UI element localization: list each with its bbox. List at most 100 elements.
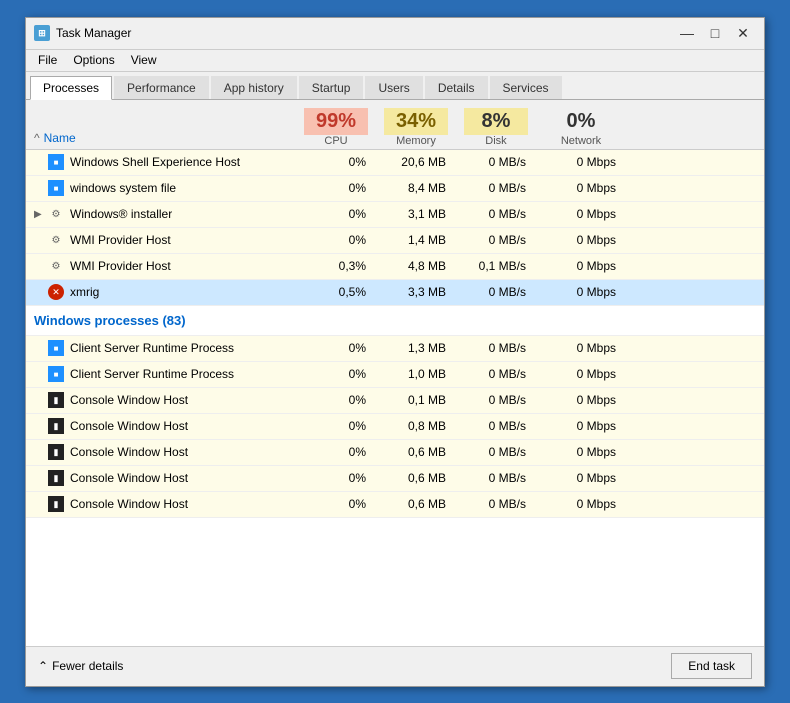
proc-disk: 0 MB/s — [456, 207, 536, 221]
proc-mem: 4,8 MB — [376, 259, 456, 273]
sort-arrow: ^ — [34, 131, 40, 145]
proc-cpu: 0,3% — [296, 259, 376, 273]
proc-net: 0 Mbps — [536, 471, 626, 485]
proc-name: Console Window Host — [70, 419, 188, 433]
proc-name: Console Window Host — [70, 471, 188, 485]
proc-disk: 0 MB/s — [456, 155, 536, 169]
table-row[interactable]: ▮ Console Window Host 0% 0,8 MB 0 MB/s 0… — [26, 414, 764, 440]
proc-disk: 0 MB/s — [456, 367, 536, 381]
proc-cpu: 0% — [296, 155, 376, 169]
col-header-memory[interactable]: 34% Memory — [376, 106, 456, 149]
column-headers: ^ Name 99% CPU 34% Memory 8% Disk 0% Net… — [26, 100, 764, 150]
disk-percent: 8% — [464, 108, 528, 135]
title-bar: ⊞ Task Manager — □ ✕ — [26, 18, 764, 50]
fewer-details-button[interactable]: ⌃ Fewer details — [38, 659, 123, 673]
menu-file[interactable]: File — [30, 51, 65, 69]
proc-disk: 0 MB/s — [456, 445, 536, 459]
proc-cpu: 0% — [296, 471, 376, 485]
proc-disk: 0 MB/s — [456, 233, 536, 247]
proc-name-cell: ▮ Console Window Host — [26, 470, 296, 486]
tab-details[interactable]: Details — [425, 76, 488, 99]
proc-net: 0 Mbps — [536, 233, 626, 247]
proc-mem: 0,8 MB — [376, 419, 456, 433]
content-area: ^ Name 99% CPU 34% Memory 8% Disk 0% Net… — [26, 100, 764, 646]
col-header-name[interactable]: ^ Name — [26, 127, 296, 149]
process-icon: ⚙ — [48, 206, 64, 222]
tab-processes[interactable]: Processes — [30, 76, 112, 100]
proc-mem: 1,3 MB — [376, 341, 456, 355]
minimize-button[interactable]: — — [674, 23, 700, 43]
proc-name: WMI Provider Host — [70, 233, 171, 247]
proc-name-cell: ⚙ WMI Provider Host — [26, 232, 296, 248]
tab-startup[interactable]: Startup — [299, 76, 364, 99]
table-row[interactable]: ■ Client Server Runtime Process 0% 1,0 M… — [26, 362, 764, 388]
proc-disk: 0 MB/s — [456, 497, 536, 511]
proc-name: WMI Provider Host — [70, 259, 171, 273]
net-label: Network — [544, 135, 618, 147]
close-button[interactable]: ✕ — [730, 23, 756, 43]
proc-name-cell: ▶ ⚙ Windows® installer — [26, 206, 296, 222]
proc-cpu: 0% — [296, 393, 376, 407]
proc-cpu: 0% — [296, 419, 376, 433]
menu-options[interactable]: Options — [65, 51, 122, 69]
table-row[interactable]: ▮ Console Window Host 0% 0,6 MB 0 MB/s 0… — [26, 440, 764, 466]
proc-name-cell: ▮ Console Window Host — [26, 392, 296, 408]
proc-name-cell: ⚙ WMI Provider Host — [26, 258, 296, 274]
tab-performance[interactable]: Performance — [114, 76, 209, 99]
app-icon: ⊞ — [34, 25, 50, 41]
proc-mem: 0,6 MB — [376, 497, 456, 511]
process-icon: ■ — [48, 340, 64, 356]
process-icon: ⚙ — [48, 258, 64, 274]
process-icon: ■ — [48, 154, 64, 170]
col-header-network[interactable]: 0% Network — [536, 106, 626, 149]
maximize-button[interactable]: □ — [702, 23, 728, 43]
proc-disk: 0 MB/s — [456, 419, 536, 433]
process-icon: ▮ — [48, 496, 64, 512]
table-row[interactable]: ▮ Console Window Host 0% 0,6 MB 0 MB/s 0… — [26, 466, 764, 492]
disk-label: Disk — [464, 135, 528, 147]
proc-net: 0 Mbps — [536, 285, 626, 299]
expand-icon[interactable]: ▶ — [34, 209, 48, 220]
table-row[interactable]: ■ Client Server Runtime Process 0% 1,3 M… — [26, 336, 764, 362]
menu-view[interactable]: View — [123, 51, 165, 69]
tab-bar: Processes Performance App history Startu… — [26, 72, 764, 100]
window-title: Task Manager — [56, 26, 674, 40]
table-row[interactable]: ✕ xmrig 0,5% 3,3 MB 0 MB/s 0 Mbps — [26, 280, 764, 306]
proc-mem: 20,6 MB — [376, 155, 456, 169]
proc-name: Windows Shell Experience Host — [70, 155, 240, 169]
table-row[interactable]: ▮ Console Window Host 0% 0,6 MB 0 MB/s 0… — [26, 492, 764, 518]
proc-net: 0 Mbps — [536, 181, 626, 195]
end-task-button[interactable]: End task — [671, 653, 752, 679]
tab-services[interactable]: Services — [490, 76, 562, 99]
table-row[interactable]: ▮ Console Window Host 0% 0,1 MB 0 MB/s 0… — [26, 388, 764, 414]
cpu-label: CPU — [304, 135, 368, 147]
tab-users[interactable]: Users — [365, 76, 422, 99]
proc-mem: 0,6 MB — [376, 445, 456, 459]
table-row[interactable]: ■ windows system file 0% 8,4 MB 0 MB/s 0… — [26, 176, 764, 202]
table-row[interactable]: ▶ ⚙ Windows® installer 0% 3,1 MB 0 MB/s … — [26, 202, 764, 228]
proc-disk: 0 MB/s — [456, 393, 536, 407]
fewer-details-icon: ⌃ — [38, 659, 48, 673]
proc-name: Console Window Host — [70, 445, 188, 459]
process-icon: ▮ — [48, 418, 64, 434]
proc-name-cell: ▮ Console Window Host — [26, 444, 296, 460]
proc-disk: 0 MB/s — [456, 341, 536, 355]
proc-mem: 3,3 MB — [376, 285, 456, 299]
proc-cpu: 0,5% — [296, 285, 376, 299]
proc-name: Windows® installer — [70, 207, 172, 221]
table-row[interactable]: ⚙ WMI Provider Host 0% 1,4 MB 0 MB/s 0 M… — [26, 228, 764, 254]
proc-net: 0 Mbps — [536, 445, 626, 459]
table-row[interactable]: ■ Windows Shell Experience Host 0% 20,6 … — [26, 150, 764, 176]
proc-mem: 1,4 MB — [376, 233, 456, 247]
process-icon: ✕ — [48, 284, 64, 300]
col-header-disk[interactable]: 8% Disk — [456, 106, 536, 149]
proc-cpu: 0% — [296, 367, 376, 381]
proc-cpu: 0% — [296, 497, 376, 511]
table-row[interactable]: ⚙ WMI Provider Host 0,3% 4,8 MB 0,1 MB/s… — [26, 254, 764, 280]
proc-cpu: 0% — [296, 233, 376, 247]
process-table: ■ Windows Shell Experience Host 0% 20,6 … — [26, 150, 764, 646]
col-header-cpu[interactable]: 99% CPU — [296, 106, 376, 149]
cpu-percent: 99% — [304, 108, 368, 135]
proc-name-cell: ■ Client Server Runtime Process — [26, 340, 296, 356]
tab-app-history[interactable]: App history — [211, 76, 297, 99]
